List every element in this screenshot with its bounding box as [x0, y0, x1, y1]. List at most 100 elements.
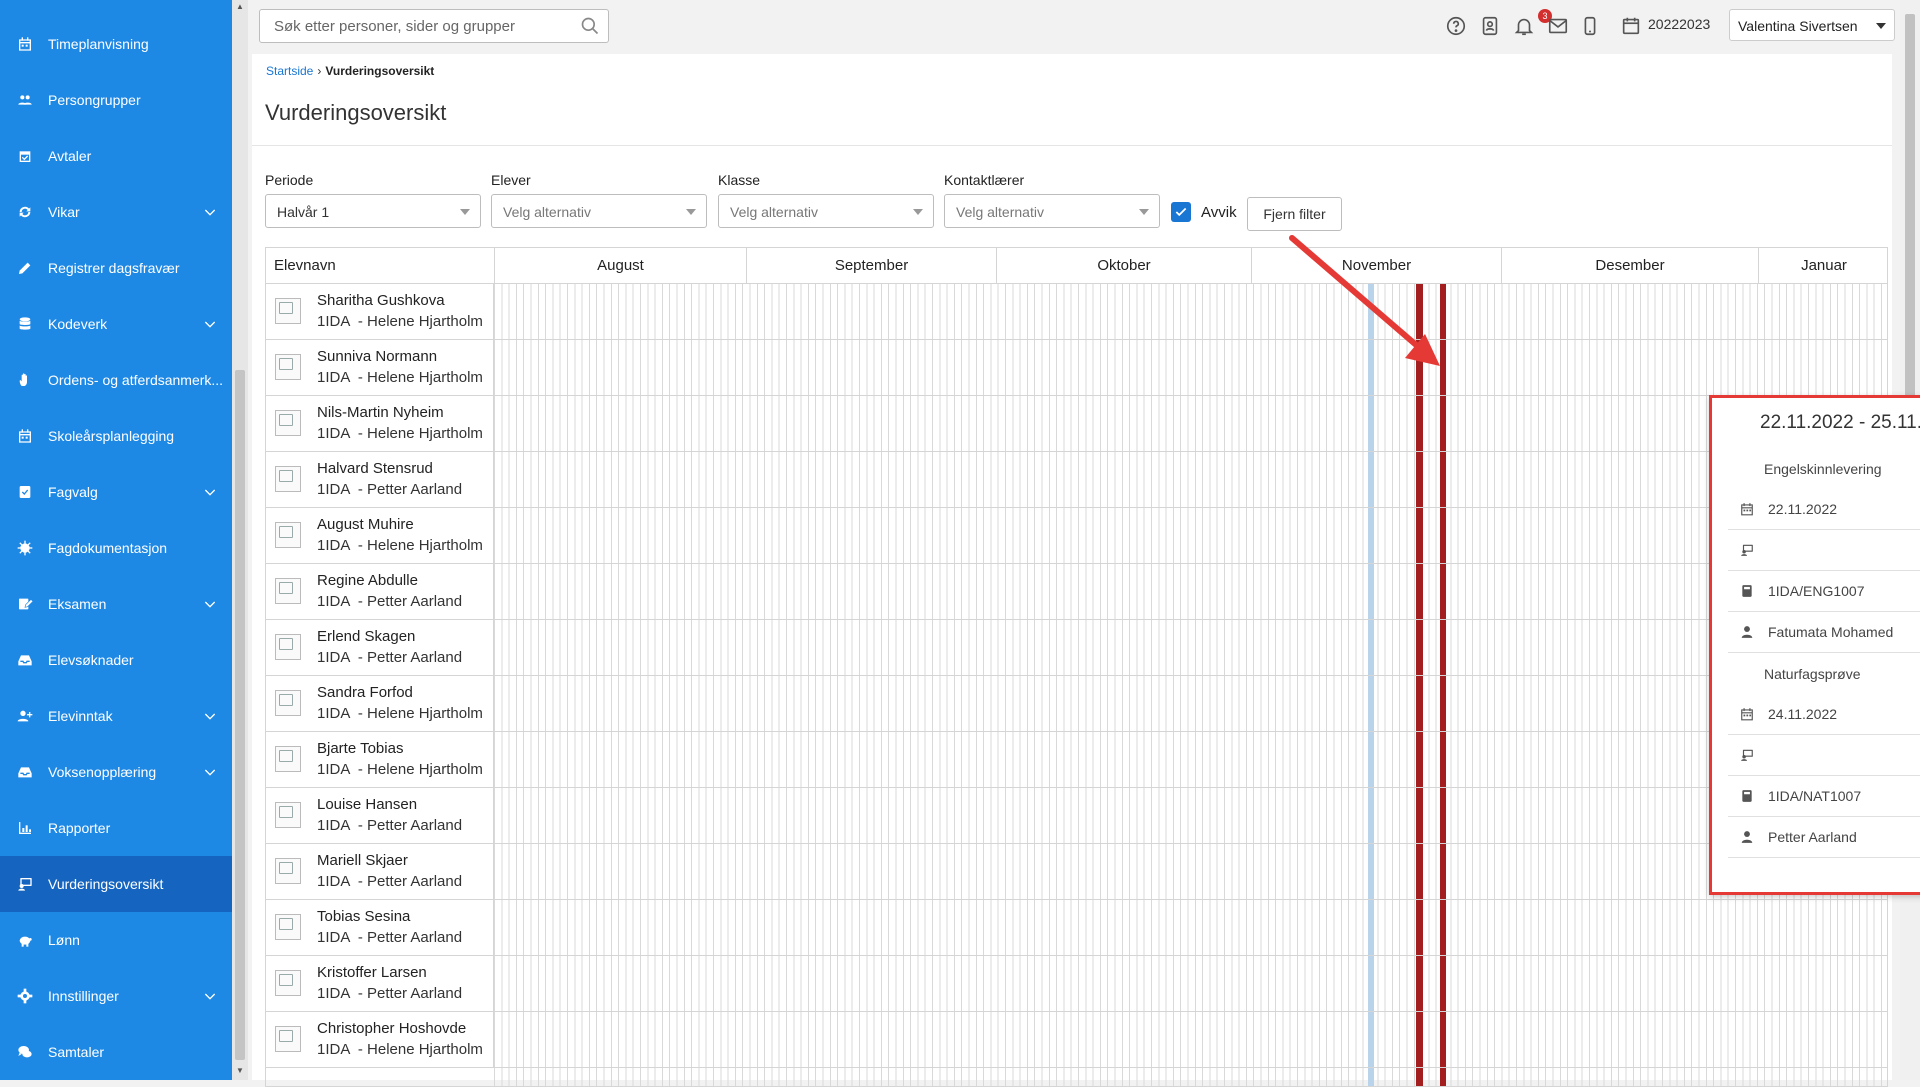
- student-name[interactable]: August Muhire: [317, 516, 414, 533]
- sidebar-item-fagvalg[interactable]: Fagvalg: [0, 464, 232, 520]
- student-row[interactable]: Bjarte Tobias 1IDA - Helene Hjartholm: [266, 732, 1887, 788]
- student-name[interactable]: Tobias Sesina: [317, 908, 410, 925]
- student-name[interactable]: Mariell Skjaer: [317, 852, 408, 869]
- sidebar-item-innstillinger[interactable]: Innstillinger: [0, 968, 232, 1024]
- user-menu-button[interactable]: Valentina Sivertsen: [1729, 9, 1895, 41]
- student-row[interactable]: Nils-Martin Nyheim 1IDA - Helene Hjarthol…: [266, 396, 1887, 452]
- calendar-icon[interactable]: [1620, 15, 1642, 37]
- scroll-down-icon[interactable]: ▼: [235, 1066, 245, 1076]
- sidebar-item-rapporter[interactable]: Rapporter: [0, 800, 232, 856]
- popup-teacher-text: Fatumata Mohamed: [1768, 624, 1894, 640]
- scroll-up-icon[interactable]: ▲: [235, 2, 245, 12]
- student-name[interactable]: Halvard Stensrud: [317, 460, 433, 477]
- page-scroll-thumb[interactable]: [1905, 14, 1915, 428]
- student-row[interactable]: Kristoffer Larsen 1IDA - Petter Aarland: [266, 956, 1887, 1012]
- student-name[interactable]: Bjarte Tobias: [317, 740, 403, 757]
- hand-icon: [16, 371, 34, 389]
- student-name[interactable]: Sunniva Normann: [317, 348, 437, 365]
- elever-select[interactable]: Velg alternativ: [491, 194, 707, 228]
- school-year-selector[interactable]: 20222023: [1648, 16, 1710, 32]
- student-row[interactable]: Halvard Stensrud 1IDA - Petter Aarland: [266, 452, 1887, 508]
- sidebar-item-fagdokumentasjon[interactable]: Fagdokumentasjon: [0, 520, 232, 576]
- sidebar-item-samtaler[interactable]: Samtaler: [0, 1024, 232, 1080]
- chat-icon: [16, 1043, 34, 1061]
- student-row[interactable]: Sunniva Normann 1IDA - Helene Hjartholm: [266, 340, 1887, 396]
- student-row[interactable]: Louise Hansen 1IDA - Petter Aarland: [266, 788, 1887, 844]
- student-name[interactable]: Erlend Skagen: [317, 628, 415, 645]
- student-name-column-header[interactable]: Elevnavn: [274, 257, 336, 274]
- chevron-down-icon[interactable]: [202, 204, 218, 220]
- mobile-icon[interactable]: [1579, 15, 1601, 37]
- edit-doc-icon: [16, 595, 34, 613]
- klasse-select[interactable]: Velg alternativ: [718, 194, 934, 228]
- student-name[interactable]: Louise Hansen: [317, 796, 417, 813]
- sidebar-item-lønn[interactable]: Lønn: [0, 912, 232, 968]
- avvik-toggle[interactable]: Avvik: [1171, 202, 1237, 222]
- periode-select[interactable]: Halvår 1: [265, 194, 481, 228]
- global-search[interactable]: [259, 9, 609, 43]
- popup-date-row: 22.11.2022: [1728, 489, 1920, 530]
- sidebar-item-elevsøknader[interactable]: Elevsøknader: [0, 632, 232, 688]
- breadcrumb-current: Vurderingsoversikt: [325, 64, 435, 78]
- student-row[interactable]: Tobias Sesina 1IDA - Petter Aarland: [266, 900, 1887, 956]
- popup-assessment-list[interactable]: Engelskinnlevering 22.11.2022 1IDA/ENG1007…: [1728, 448, 1920, 878]
- sidebar-item-avtaler[interactable]: Avtaler: [0, 128, 232, 184]
- sidebar-item-vikar[interactable]: Vikar: [0, 184, 232, 240]
- sidebar-scroll-thumb[interactable]: [235, 370, 245, 1060]
- student-name[interactable]: Sandra Forfod: [317, 684, 413, 701]
- sidebar-item-skoleårsplanlegging[interactable]: Skoleårsplanlegging: [0, 408, 232, 464]
- sidebar-item-eksamen[interactable]: Eksamen: [0, 576, 232, 632]
- mail-icon[interactable]: [1547, 15, 1569, 37]
- sidebar-item-elevinntak[interactable]: Elevinntak: [0, 688, 232, 744]
- clear-filter-button[interactable]: Fjern filter: [1247, 197, 1342, 231]
- sidebar-item-voksenopplæring[interactable]: Voksenopplæring: [0, 744, 232, 800]
- calendar-check-icon: [16, 147, 34, 165]
- student-row[interactable]: Erlend Skagen 1IDA - Petter Aarland: [266, 620, 1887, 676]
- chevron-down-icon[interactable]: [202, 764, 218, 780]
- search-icon[interactable]: [580, 16, 600, 36]
- breadcrumb-home-link[interactable]: Startside: [266, 64, 313, 78]
- sidebar-item-kodeverk[interactable]: Kodeverk: [0, 296, 232, 352]
- student-row[interactable]: Regine Abdulle 1IDA - Petter Aarland: [266, 564, 1887, 620]
- popup-subject-row: 1IDA/ENG1007: [1728, 571, 1920, 612]
- sidebar-item-vurderingsoversikt[interactable]: Vurderingsoversikt: [0, 856, 232, 912]
- chevron-down-icon[interactable]: [202, 484, 218, 500]
- sidebar-item-label: Vikar: [48, 204, 80, 220]
- chevron-down-icon[interactable]: [202, 596, 218, 612]
- sidebar-item-registrer-dagsfravær[interactable]: Registrer dagsfravær: [0, 240, 232, 296]
- dropdown-arrow-icon: [460, 209, 470, 215]
- student-row[interactable]: Sandra Forfod 1IDA - Helene Hjartholm: [266, 676, 1887, 732]
- sidebar-item-timeplanvisning[interactable]: Timeplanvisning: [0, 16, 232, 72]
- student-row[interactable]: Mariell Skjaer 1IDA - Petter Aarland: [266, 844, 1887, 900]
- chevron-down-icon[interactable]: [202, 316, 218, 332]
- search-input[interactable]: [272, 10, 572, 42]
- student-row[interactable]: Christopher Hoshovde 1IDA - Helene Hjarth…: [266, 1012, 1887, 1068]
- chart-icon: [16, 819, 34, 837]
- elever-select-value: Velg alternativ: [503, 204, 591, 220]
- student-name[interactable]: Kristoffer Larsen: [317, 964, 427, 981]
- student-name[interactable]: Christopher Hoshovde: [317, 1020, 466, 1037]
- student-name-cell: Sandra Forfod 1IDA - Helene Hjartholm: [266, 676, 494, 731]
- sidebar-item-ordens-og-atferdsanmerk[interactable]: Ordens- og atferdsanmerk...: [0, 352, 232, 408]
- kontaktlaerer-select[interactable]: Velg alternativ: [944, 194, 1160, 228]
- student-name[interactable]: Nils-Martin Nyheim: [317, 404, 444, 421]
- chevron-down-icon[interactable]: [202, 708, 218, 724]
- student-class-teacher: 1IDA - Helene Hjartholm: [317, 705, 483, 722]
- student-name[interactable]: Regine Abdulle: [317, 572, 418, 589]
- sidebar-scrollbar[interactable]: ▲ ▼: [232, 0, 248, 1080]
- student-name[interactable]: Sharitha Gushkova: [317, 292, 445, 309]
- sidebar-item-label: Fagdokumentasjon: [48, 540, 168, 556]
- sidebar-item-persongrupper[interactable]: Persongrupper: [0, 72, 232, 128]
- avvik-checkbox[interactable]: [1171, 202, 1191, 222]
- chevron-down-icon[interactable]: [202, 988, 218, 1004]
- database-icon: [16, 315, 34, 333]
- users-icon: [16, 91, 34, 109]
- bell-icon[interactable]: [1513, 15, 1535, 37]
- student-class-teacher: 1IDA - Petter Aarland: [317, 481, 463, 498]
- contacts-icon[interactable]: [1479, 15, 1501, 37]
- student-photo-placeholder-icon: [275, 634, 301, 660]
- student-row[interactable]: August Muhire 1IDA - Helene Hjartholm: [266, 508, 1887, 564]
- assessment-icon: [1740, 543, 1754, 557]
- student-row[interactable]: Sharitha Gushkova 1IDA - Helene Hjartholm: [266, 284, 1887, 340]
- help-icon[interactable]: [1445, 15, 1467, 37]
